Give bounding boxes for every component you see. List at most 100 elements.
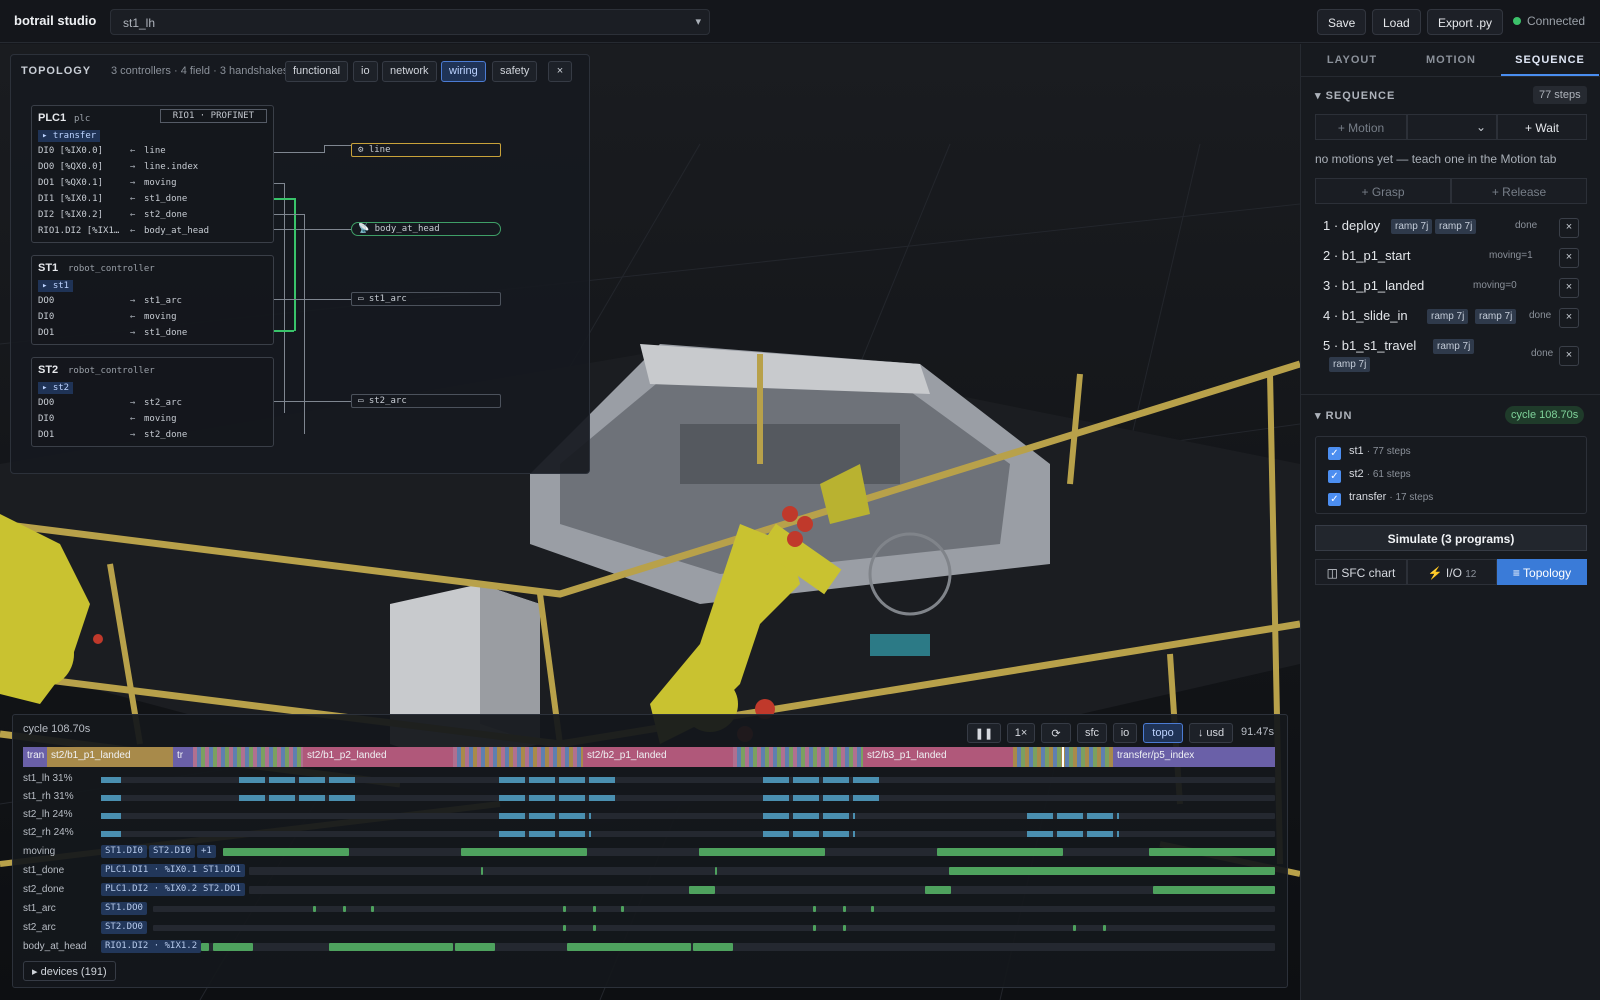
device-st2-arc[interactable]: ▭ st2_arc: [351, 394, 501, 408]
segment[interactable]: tran: [23, 747, 47, 767]
sequence-title: SEQUENCE: [1325, 90, 1396, 102]
sequence-step[interactable]: 5 · b1_s1_travel ramp 7j ramp 7j done ×: [1315, 334, 1585, 378]
io-tag[interactable]: ST2.DO1: [199, 883, 245, 896]
topo-toggle[interactable]: topo: [1143, 723, 1183, 743]
tab-sequence[interactable]: SEQUENCE: [1501, 44, 1599, 76]
segment[interactable]: tr: [173, 747, 193, 767]
track-st2-lh[interactable]: [101, 813, 1275, 819]
segment[interactable]: st2/b3_p1_landed: [863, 747, 1013, 767]
track-st1-lh[interactable]: [101, 777, 1275, 783]
playhead[interactable]: [1062, 747, 1064, 767]
device-line[interactable]: ⚙ line: [351, 143, 501, 157]
checkbox[interactable]: ✓: [1328, 447, 1341, 460]
io-tag[interactable]: ST1.DO1: [199, 864, 245, 877]
topology-title: TOPOLOGY: [21, 65, 92, 77]
program-row[interactable]: ✓ transfer · 17 steps: [1328, 491, 1433, 506]
remove-step-button[interactable]: ×: [1559, 278, 1579, 298]
checkbox[interactable]: ✓: [1328, 493, 1341, 506]
sfc-chart-button[interactable]: ◫ SFC chart: [1315, 559, 1407, 585]
sequence-step[interactable]: 1 · deploy ramp 7j ramp 7j done ×: [1315, 214, 1585, 240]
track-st1-arc[interactable]: [153, 906, 1275, 912]
segment[interactable]: st2/b1_p1_landed: [47, 747, 173, 767]
controller-st1[interactable]: ST1 robot_controller ▸ st1 DO0 → st1_arc D…: [31, 255, 274, 345]
pause-button[interactable]: ❚❚: [967, 723, 1001, 743]
run-section-header[interactable]: ▾ RUN: [1315, 409, 1352, 422]
chip-safety[interactable]: safety: [492, 61, 538, 82]
io-tag[interactable]: +1: [197, 845, 216, 858]
export-button[interactable]: Export .py: [1427, 9, 1504, 35]
topology-button[interactable]: ≡ Topology: [1497, 559, 1587, 585]
sfc-toggle[interactable]: sfc: [1077, 723, 1107, 743]
track-st1-rh[interactable]: [101, 795, 1275, 801]
remove-step-button[interactable]: ×: [1559, 308, 1579, 328]
side-panel: LAYOUT MOTION SEQUENCE ▾ SEQUENCE 77 ste…: [1300, 44, 1600, 1000]
program-row[interactable]: ✓ st1 · 77 steps: [1328, 445, 1411, 460]
segment[interactable]: transfer/p5_index: [1113, 747, 1275, 767]
ramp-tag: ramp 7j: [1433, 339, 1475, 354]
io-tag[interactable]: ST2.DI0: [149, 845, 195, 858]
io-tag[interactable]: ST1.DI0: [101, 845, 147, 858]
io-tag[interactable]: PLC1.DI2 · %IX0.2: [101, 883, 202, 896]
program-row[interactable]: ✓ st2 · 61 steps: [1328, 468, 1411, 483]
segment[interactable]: st2/b2_p1_landed: [583, 747, 733, 767]
sequence-step[interactable]: 3 · b1_p1_landed moving=0 ×: [1315, 274, 1585, 300]
save-button[interactable]: Save: [1317, 9, 1367, 35]
remove-step-button[interactable]: ×: [1559, 218, 1579, 238]
program-tag[interactable]: ▸ st2: [38, 382, 74, 394]
project-select[interactable]: st1_lh ▾: [110, 9, 710, 35]
track-body-at-head[interactable]: [201, 943, 1275, 951]
io-tag[interactable]: RIO1.DI2 · %IX1.2: [101, 940, 202, 953]
io-toggle[interactable]: io: [1113, 723, 1137, 743]
track-st2-rh[interactable]: [101, 831, 1275, 837]
add-release-button[interactable]: + Release: [1451, 178, 1587, 204]
divider: [1301, 76, 1600, 77]
controller-st2[interactable]: ST2 robot_controller ▸ st2 DO0 → st2_arc D…: [31, 357, 274, 447]
close-icon[interactable]: ×: [548, 61, 572, 82]
signal-row: RIO1.DI2 [%IX1… ← body_at_head: [38, 226, 210, 236]
io-tag[interactable]: ST2.DO0: [101, 921, 147, 934]
timeline-row-label: st1_arc: [23, 903, 56, 914]
signal-row: DI2 [%IX0.2] ← st2_done: [38, 210, 188, 220]
io-tag[interactable]: ST1.DO0: [101, 902, 147, 915]
program-tag[interactable]: ▸ transfer: [38, 130, 101, 142]
checkbox[interactable]: ✓: [1328, 470, 1341, 483]
track-st2-arc[interactable]: [153, 925, 1275, 931]
sequence-section-header[interactable]: ▾ SEQUENCE: [1315, 89, 1395, 102]
add-motion-button[interactable]: + Motion: [1315, 114, 1407, 140]
simulate-button[interactable]: Simulate (3 programs): [1315, 525, 1587, 551]
tab-layout[interactable]: LAYOUT: [1303, 44, 1401, 76]
3d-viewport[interactable]: TOPOLOGY 3 controllers · 4 field · 3 han…: [0, 44, 1300, 1000]
export-usd-button[interactable]: ↓ usd: [1189, 723, 1233, 743]
load-button[interactable]: Load: [1372, 9, 1421, 35]
sequence-step[interactable]: 2 · b1_p1_start moving=1 ×: [1315, 244, 1585, 270]
io-button[interactable]: ⚡ I/O 12: [1407, 559, 1497, 585]
track-st2-done[interactable]: [249, 886, 1275, 894]
chip-functional[interactable]: functional: [285, 61, 349, 82]
controller-plc1[interactable]: PLC1 plc RIO1 · PROFINET ▸ transfer DI0 …: [31, 105, 274, 243]
timeline-row-label: moving: [23, 846, 56, 857]
chip-network[interactable]: network: [382, 61, 437, 82]
remove-step-button[interactable]: ×: [1559, 248, 1579, 268]
device-body-at-head[interactable]: 📡 body_at_head: [351, 222, 501, 236]
io-tag[interactable]: PLC1.DI1 · %IX0.1: [101, 864, 202, 877]
sequence-step[interactable]: 4 · b1_slide_in ramp 7j ramp 7j done ×: [1315, 304, 1585, 330]
segment[interactable]: st2/b1_p2_landed: [303, 747, 453, 767]
controller-type: plc: [74, 114, 91, 124]
program-tag[interactable]: ▸ st1: [38, 280, 74, 292]
segment-bar[interactable]: tran st2/b1_p1_landed tr st2/b1_p2_lande…: [23, 747, 1275, 767]
devices-toggle[interactable]: ▸ devices (191): [23, 961, 116, 981]
track-st1-done[interactable]: [249, 867, 1275, 875]
tab-motion[interactable]: MOTION: [1402, 44, 1500, 76]
chip-io[interactable]: io: [353, 61, 378, 82]
loop-button[interactable]: ⟳: [1041, 723, 1071, 743]
remove-step-button[interactable]: ×: [1559, 346, 1579, 366]
track-moving[interactable]: [223, 848, 1275, 856]
speed-button[interactable]: 1×: [1007, 723, 1035, 743]
device-st1-arc[interactable]: ▭ st1_arc: [351, 292, 501, 306]
add-wait-button[interactable]: + Wait: [1497, 114, 1587, 140]
chip-wiring[interactable]: wiring: [441, 61, 486, 82]
motion-select[interactable]: ⌄: [1407, 114, 1497, 140]
add-grasp-button[interactable]: + Grasp: [1315, 178, 1451, 204]
cycle-badge: cycle 108.70s: [1505, 406, 1585, 424]
signal-row: DO0 → st1_arc: [38, 296, 182, 306]
